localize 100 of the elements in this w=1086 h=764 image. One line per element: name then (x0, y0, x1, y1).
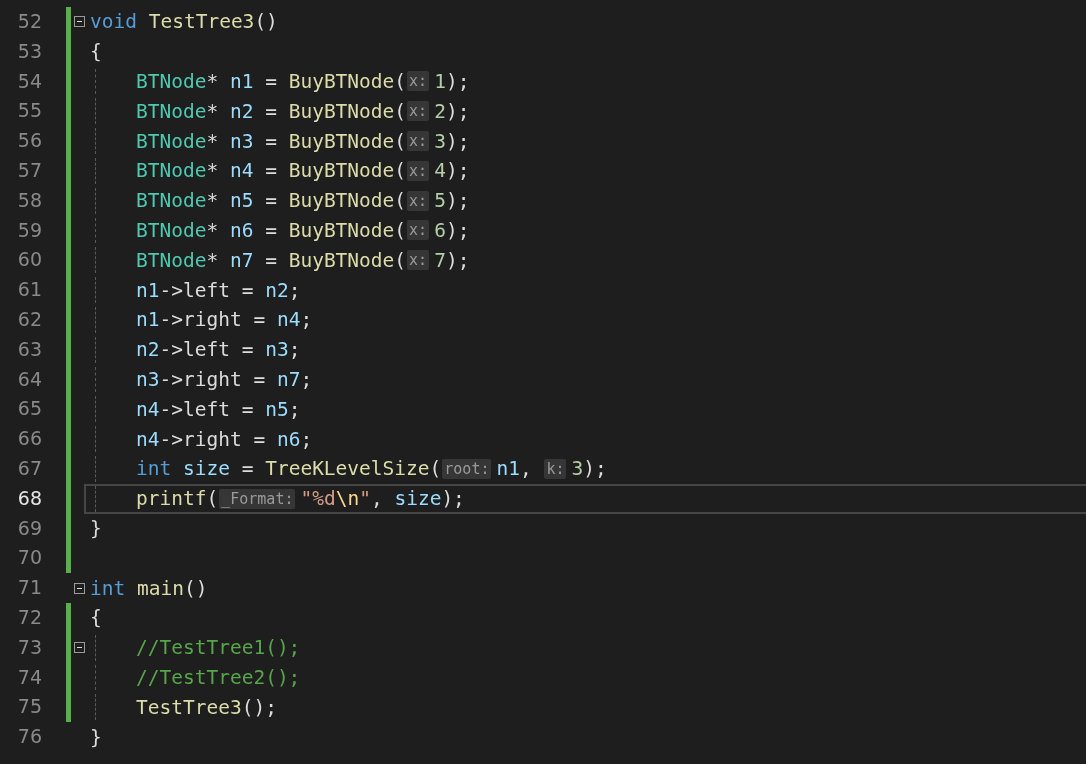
code-plain: ); (445, 248, 470, 272)
line-number: 68 (16, 485, 42, 511)
code-variable: n3 (136, 367, 160, 391)
line-number: 67 (16, 455, 42, 481)
code-plain: = (264, 248, 278, 272)
code-type: BTNode (136, 99, 207, 123)
code-function: BuyBTNode (288, 218, 395, 242)
line-number: 69 (16, 515, 42, 541)
code-plain: ); (445, 70, 470, 93)
code-plain: ( (394, 218, 407, 242)
code-variable: n2 (136, 338, 160, 362)
code-function: BuyBTNode (288, 129, 395, 153)
code-plain: * (206, 159, 220, 183)
code-plain: ( (394, 129, 407, 153)
code-plain: = (264, 70, 278, 93)
code-variable: n4 (136, 397, 160, 421)
code-type: BTNode (136, 159, 207, 183)
code-plain: ); (445, 159, 470, 183)
code-string: "%d (300, 487, 336, 511)
code-plain: = (264, 159, 278, 183)
line-number: 61 (16, 277, 42, 303)
code-string: " (359, 487, 371, 511)
parameter-hint: x: (407, 190, 430, 211)
code-function: main (136, 576, 184, 600)
collapse-icon[interactable] (74, 16, 85, 28)
code-function: BuyBTNode (288, 189, 395, 213)
code-number: 5 (434, 189, 446, 213)
code-variable: n3 (229, 129, 254, 153)
code-type: BTNode (136, 218, 207, 242)
code-function: TreeKLevelSize (265, 457, 430, 481)
line-number: 56 (16, 128, 42, 154)
code-plain: ( (206, 487, 219, 511)
code-plain: ( (429, 457, 442, 481)
code-plain: ( (394, 99, 407, 123)
code-plain: ); (441, 487, 465, 511)
code-plain: () (254, 10, 278, 34)
code-plain: ( (394, 189, 407, 213)
code-function: BuyBTNode (288, 70, 395, 93)
code-number: 7 (434, 248, 446, 272)
code-type: BTNode (136, 248, 207, 272)
code-plain: ->right = (159, 367, 267, 391)
line-number: 52 (16, 9, 42, 34)
code-plain: ; (300, 308, 313, 332)
code-plain: ; (300, 367, 313, 391)
code-variable: n1 (229, 70, 254, 93)
code-plain: = (264, 218, 278, 242)
line-number: 65 (16, 396, 42, 422)
collapse-icon[interactable] (74, 642, 85, 654)
code-plain: * (206, 129, 220, 153)
code-plain: * (206, 189, 220, 213)
code-variable: n4 (136, 427, 160, 451)
parameter-hint: k: (544, 458, 567, 479)
code-plain: = (264, 99, 278, 123)
code-function: TestTree3 (136, 695, 242, 719)
code-plain: { (90, 40, 102, 64)
line-number: 59 (16, 217, 42, 243)
collapse-icon[interactable] (74, 582, 85, 594)
code-variable: n7 (276, 367, 301, 391)
code-variable: n1 (136, 308, 160, 332)
code-plain: ; (300, 427, 313, 451)
code-plain: ->right = (159, 308, 267, 332)
code-plain: ; (288, 397, 301, 421)
code-plain: ( (394, 159, 407, 183)
parameter-hint: x: (407, 220, 430, 241)
line-number: 64 (16, 366, 42, 392)
code-plain: = (264, 189, 278, 213)
code-plain: = (264, 129, 278, 153)
parameter-hint: x: (407, 101, 430, 122)
line-number: 66 (16, 426, 42, 452)
code-function: BuyBTNode (288, 99, 395, 123)
code-type: BTNode (136, 70, 207, 93)
line-number: 58 (16, 187, 42, 213)
code-function: TestTree3 (148, 10, 255, 34)
code-plain: ->left = (159, 278, 255, 302)
code-plain: ); (583, 457, 607, 481)
code-plain: ; (288, 278, 301, 302)
code-plain: ); (445, 218, 470, 242)
code-keyword: int (90, 576, 127, 600)
parameter-hint: root: (442, 458, 492, 479)
code-number: 6 (434, 218, 446, 242)
code-variable: n5 (265, 397, 289, 421)
code-function: BuyBTNode (288, 159, 395, 183)
code-plain: ); (445, 129, 470, 153)
code-plain: ( (394, 248, 407, 272)
code-plain: ->right = (159, 427, 267, 451)
code-plain: ); (445, 189, 470, 213)
code-variable: n4 (229, 159, 254, 183)
code-plain: , (519, 457, 533, 481)
code-keyword: void (90, 10, 138, 34)
code-variable: n6 (229, 218, 254, 242)
code-variable: n7 (229, 248, 254, 272)
parameter-hint: _Format: (219, 488, 296, 509)
line-number: 71 (16, 575, 42, 601)
code-variable: size (182, 457, 230, 481)
code-plain: ; (288, 338, 301, 362)
code-plain: ->left = (159, 338, 255, 362)
code-variable: n5 (229, 189, 254, 213)
code-plain: , (370, 487, 384, 511)
code-variable: n1 (136, 278, 160, 302)
code-number: 2 (434, 99, 446, 123)
